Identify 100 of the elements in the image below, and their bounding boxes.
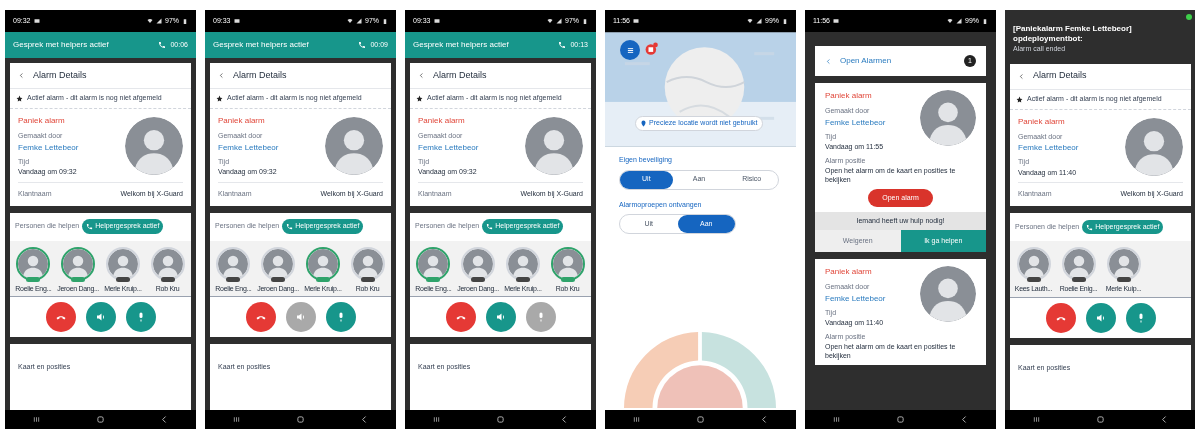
phone-icon — [1086, 223, 1094, 231]
alarm-type: Paniek alarm — [1018, 115, 1066, 128]
screen-title: Alarm Details — [1033, 69, 1087, 83]
recent-apps-icon[interactable] — [432, 415, 442, 424]
back-icon[interactable] — [959, 415, 969, 424]
call-badge — [115, 276, 130, 282]
creator-name[interactable]: Femke Lettebeor — [1018, 142, 1079, 154]
screen-title: Open Alarmen — [840, 55, 893, 67]
alarm-type: Paniek alarm — [825, 266, 873, 278]
phone-icon — [158, 41, 167, 49]
back-icon[interactable] — [218, 72, 225, 79]
back-icon[interactable] — [159, 415, 169, 424]
speaker-button[interactable] — [1085, 302, 1116, 333]
back-icon[interactable] — [18, 72, 25, 79]
person-avatar — [1125, 117, 1183, 176]
image-icon — [33, 18, 40, 24]
alarm-type: Paniek alarm — [18, 115, 66, 127]
call-badge — [226, 276, 241, 282]
star-icon — [1016, 95, 1023, 103]
wifi-icon — [147, 18, 153, 24]
creator-name[interactable]: Femke Lettebeor — [825, 116, 886, 129]
call-banner-title: Gesprek met helpers actief — [13, 39, 109, 51]
notification-title: [Paniekalarm Femke Lettebeor] opdeploymentbot: — [1013, 24, 1133, 44]
person-avatar — [325, 117, 383, 176]
signal-icon — [756, 18, 762, 24]
creator-name[interactable]: Femke Lettebeor — [418, 141, 479, 154]
recent-apps-icon[interactable] — [1032, 415, 1042, 424]
screen-title: Alarm Details — [233, 68, 287, 82]
star-icon — [216, 95, 223, 102]
creator-name[interactable]: Femke Lettebeor — [218, 141, 279, 154]
person-avatar — [125, 117, 183, 176]
alarm-type: Paniek alarm — [218, 115, 266, 127]
signal-icon — [156, 18, 162, 24]
home-icon[interactable] — [296, 415, 305, 424]
recent-apps-icon[interactable] — [232, 415, 242, 424]
hang-up-button[interactable] — [45, 302, 76, 332]
call-badge — [360, 276, 375, 282]
creator-name[interactable]: Femke Lettebeor — [18, 141, 79, 154]
wifi-icon — [747, 18, 753, 24]
microphone-button[interactable] — [125, 302, 156, 332]
screen-title: Alarm Details — [433, 68, 487, 82]
back-icon[interactable] — [1159, 415, 1169, 424]
speaker-icon — [94, 311, 107, 323]
image-icon — [233, 18, 240, 24]
phone-icon — [558, 41, 567, 49]
home-icon[interactable] — [696, 415, 705, 424]
recent-apps-icon[interactable] — [832, 415, 842, 424]
hang-up-button[interactable] — [1045, 302, 1076, 333]
battery-icon — [382, 17, 388, 25]
location-pin-icon — [640, 119, 647, 127]
image-icon — [833, 18, 839, 24]
call-badge — [1116, 277, 1131, 282]
signal-icon — [956, 18, 962, 24]
alarm-icon[interactable] — [645, 42, 659, 56]
back-icon[interactable] — [559, 415, 569, 424]
phone-icon — [486, 223, 494, 230]
phone-icon — [86, 223, 94, 230]
microphone-button[interactable] — [325, 302, 356, 332]
recent-apps-icon[interactable] — [32, 415, 42, 424]
phone-icon — [286, 223, 294, 230]
call-badge — [160, 276, 175, 282]
microphone-button[interactable] — [1125, 302, 1156, 333]
hang-up-button[interactable] — [445, 302, 476, 332]
call-banner-title: Gesprek met helpers actief — [413, 39, 509, 51]
person-avatar — [525, 117, 583, 176]
creator-name[interactable]: Femke Lettebeor — [825, 292, 886, 305]
home-icon[interactable] — [496, 415, 505, 424]
microphone-button[interactable] — [525, 302, 556, 332]
screen-title: Alarm Details — [33, 68, 87, 82]
signal-icon — [356, 18, 362, 24]
call-badge — [471, 276, 486, 282]
speaker-icon — [294, 311, 307, 323]
back-icon[interactable] — [1018, 72, 1025, 80]
home-icon[interactable] — [896, 415, 905, 424]
battery-icon — [582, 17, 588, 25]
battery-icon — [982, 17, 988, 25]
back-icon[interactable] — [359, 415, 369, 424]
image-icon — [633, 18, 639, 24]
wifi-icon — [347, 18, 353, 24]
speaker-button[interactable] — [285, 302, 316, 332]
call-badge — [1026, 277, 1041, 282]
speaker-button[interactable] — [485, 302, 516, 332]
alarm-type: Paniek alarm — [825, 90, 873, 102]
phone-icon — [358, 41, 367, 49]
battery-icon — [182, 17, 188, 25]
speaker-button[interactable] — [85, 302, 116, 332]
menu-icon — [625, 45, 635, 55]
call-badge — [271, 276, 286, 282]
home-icon[interactable] — [96, 415, 105, 424]
home-icon[interactable] — [1096, 415, 1105, 424]
back-icon[interactable] — [759, 415, 769, 424]
call-badge — [1071, 277, 1086, 282]
speaker-icon — [494, 311, 507, 323]
hang-up-button[interactable] — [245, 302, 276, 332]
person-avatar — [920, 266, 976, 322]
person-avatar — [920, 90, 976, 146]
image-icon — [433, 18, 440, 24]
wifi-icon — [547, 18, 553, 24]
back-icon[interactable] — [418, 72, 425, 79]
recent-apps-icon[interactable] — [632, 415, 642, 424]
